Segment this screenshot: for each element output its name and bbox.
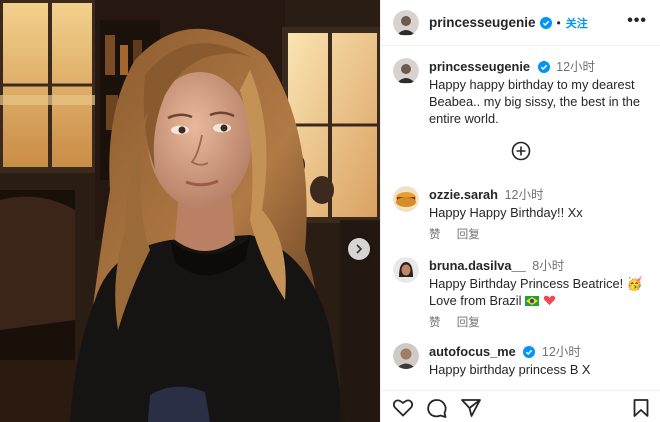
comment-text: Happy birthday princess B X (429, 362, 591, 377)
comment-time: 12小时 (504, 188, 544, 202)
ellipsis-icon[interactable]: ••• (627, 12, 647, 30)
comment-reply-button[interactable]: 回复 (457, 317, 480, 329)
verified-badge-icon (523, 346, 536, 358)
comment-text-line1: Happy Birthday Princess Beatrice! 🥳 (429, 276, 643, 291)
comment-like-button[interactable]: 赞 (429, 317, 441, 329)
post-side-panel: princesseugenie • 关注 ••• princesseugenie… (380, 0, 660, 422)
verified-badge-icon (539, 16, 552, 29)
comment-icon[interactable] (427, 399, 447, 418)
bookmark-icon[interactable] (633, 399, 649, 417)
photo-image (0, 0, 380, 422)
comment-text-line2: Love from Brazil (429, 293, 522, 308)
caption: princesseugenie 12小时 Happy happy birthda… (393, 58, 655, 127)
author-avatar[interactable] (393, 9, 419, 36)
comment-time: 12小时 (541, 345, 581, 359)
chevron-right-icon (356, 244, 363, 254)
comment-username[interactable]: autofocus_me (429, 344, 516, 359)
brazil-flag-icon (525, 296, 540, 306)
comment-username[interactable]: ozzie.sarah (429, 187, 498, 202)
instagram-post-viewer: princesseugenie • 关注 ••• princesseugenie… (0, 0, 660, 422)
commenter-avatar[interactable] (393, 257, 419, 283)
post-header: princesseugenie • 关注 ••• (381, 0, 660, 46)
post-photo (0, 0, 380, 422)
comment-like-button[interactable]: 赞 (429, 229, 441, 241)
comment-item: ozzie.sarah 12小时 Happy Happy Birthday!! … (393, 186, 655, 244)
comment-text: Happy Happy Birthday!! Xx (429, 205, 583, 220)
commenter-avatar[interactable] (393, 343, 419, 369)
red-heart-icon (543, 295, 555, 306)
post-action-bar (381, 390, 660, 422)
comment-item: bruna.dasilva__ 8小时 Happy Birthday Princ… (393, 257, 655, 332)
comment-username[interactable]: bruna.dasilva__ (429, 258, 526, 273)
caption-username[interactable]: princesseugenie (429, 59, 530, 74)
heart-icon[interactable] (393, 399, 413, 417)
load-more-comments-button[interactable] (511, 141, 531, 166)
comment-item: autofocus_me 12小时 Happy birthday princes… (393, 343, 655, 382)
author-username[interactable]: princesseugenie (429, 15, 536, 30)
caption-text: Happy happy birthday to my dearest Beabe… (429, 77, 641, 126)
follow-button[interactable]: 关注 (566, 15, 588, 31)
verified-badge-icon (537, 61, 550, 73)
paper-plane-icon[interactable] (461, 399, 481, 417)
commenter-avatar[interactable] (393, 186, 419, 212)
carousel-next-button[interactable] (348, 238, 370, 260)
comment-reply-button[interactable]: 回复 (457, 229, 480, 241)
plus-circle-icon (511, 141, 531, 161)
caption-avatar[interactable] (393, 58, 419, 84)
caption-time: 12小时 (556, 60, 596, 74)
comment-time: 8小时 (532, 259, 565, 273)
comments-list[interactable]: princesseugenie 12小时 Happy happy birthda… (381, 46, 660, 382)
separator-dot: • (556, 15, 561, 30)
